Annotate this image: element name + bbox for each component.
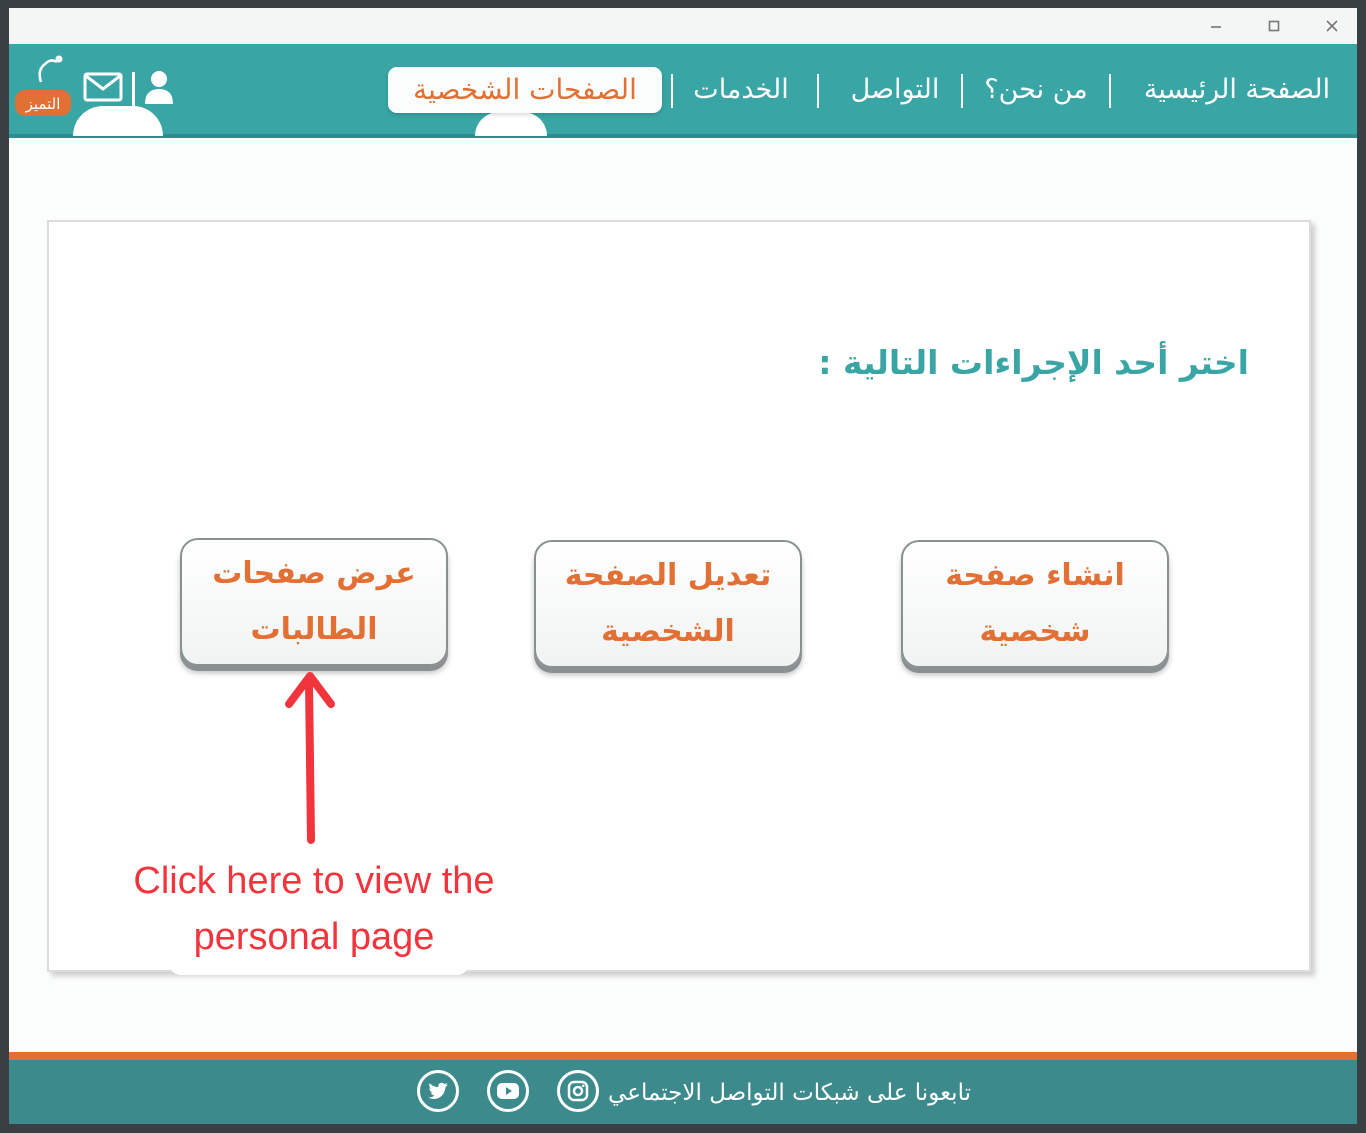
footer: تابعونا على شبكات التواصل الاجتماعي <box>9 1060 1357 1124</box>
edit-personal-page-button[interactable]: تعديل الصفحة الشخصية <box>534 540 802 668</box>
annotation-text: Click here to view the personal page <box>133 860 495 958</box>
nav-separator <box>961 74 963 108</box>
minimize-icon[interactable] <box>1196 12 1236 40</box>
nav-bar: التميز الصفحات الشخصية الخدمات التواصل م… <box>9 44 1357 138</box>
view-student-pages-button[interactable]: عرض صفحات الطالبات <box>180 538 448 666</box>
nav-separator <box>817 74 819 108</box>
footer-follow-text: تابعونا على شبكات التواصل الاجتماعي <box>608 1080 971 1106</box>
page-prompt: اختر أحد الإجراءات التالية : <box>818 343 1249 382</box>
annotation-backdrop <box>169 963 469 975</box>
button-label: تعديل الصفحة الشخصية <box>564 558 772 649</box>
nav-separator <box>1109 74 1111 108</box>
button-label: انشاء صفحة شخصية <box>945 558 1125 649</box>
nav-icon-separator <box>132 72 135 112</box>
footer-accent-line <box>9 1052 1357 1060</box>
annotation-arrow-icon <box>281 668 341 844</box>
nav-item-services[interactable]: الخدمات <box>693 70 789 110</box>
svg-text:التميز: التميز <box>25 95 61 113</box>
nav-item-home[interactable]: الصفحة الرئيسية <box>1139 70 1335 110</box>
nav-item-about[interactable]: من نحن؟ <box>983 70 1089 110</box>
button-label: عرض صفحات الطالبات <box>212 556 416 647</box>
nav-cloud-decoration <box>475 112 547 136</box>
app-window: التميز الصفحات الشخصية الخدمات التواصل م… <box>9 8 1357 1124</box>
nav-separator <box>671 74 673 108</box>
close-icon[interactable] <box>1312 12 1352 40</box>
nav-item-personal-pages[interactable]: الصفحات الشخصية <box>388 67 662 113</box>
user-icon[interactable] <box>143 68 175 108</box>
nav-item-contact[interactable]: التواصل <box>845 70 945 110</box>
logo[interactable]: التميز <box>11 52 73 122</box>
instagram-icon[interactable] <box>557 1070 599 1112</box>
logo-cloud-decoration <box>73 106 163 136</box>
youtube-icon[interactable] <box>487 1070 529 1112</box>
title-bar <box>9 8 1357 44</box>
twitter-icon[interactable] <box>417 1070 459 1112</box>
maximize-icon[interactable] <box>1254 12 1294 40</box>
create-personal-page-button[interactable]: انشاء صفحة شخصية <box>901 540 1169 668</box>
mail-icon[interactable] <box>83 72 123 102</box>
